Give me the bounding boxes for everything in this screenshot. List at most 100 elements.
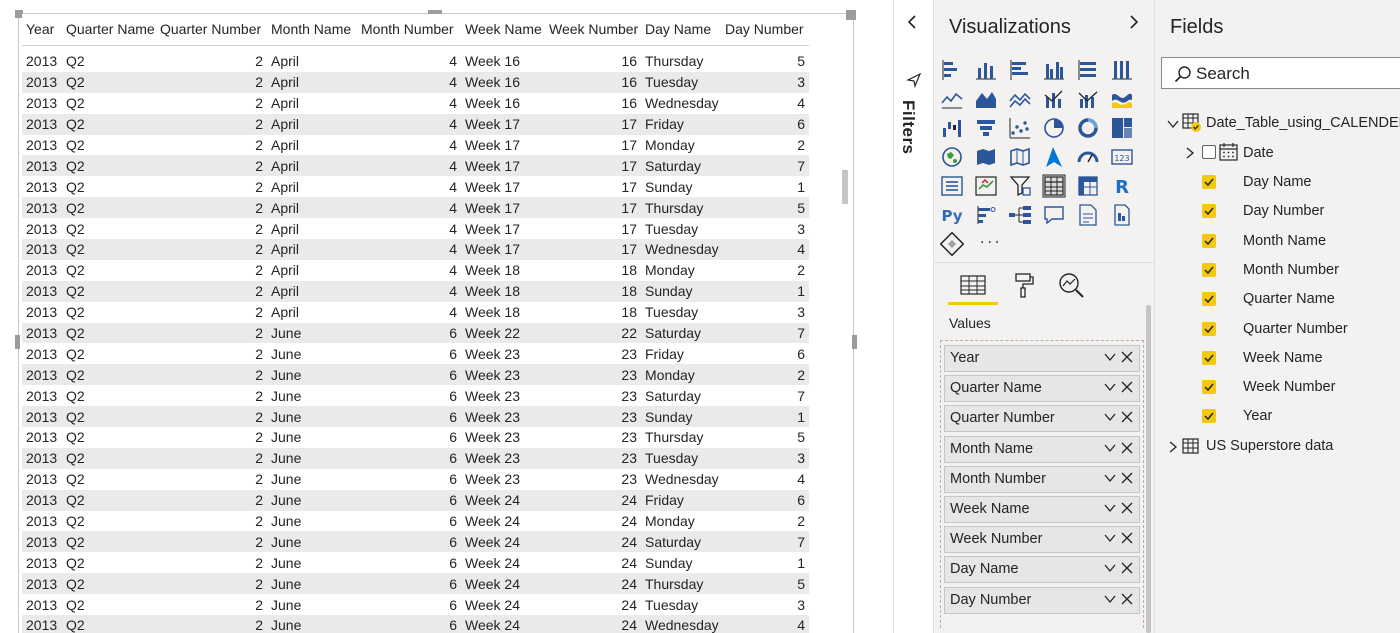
field-item[interactable]: Quarter Number xyxy=(1243,321,1348,337)
more-visuals-icon[interactable]: ... xyxy=(980,230,1002,248)
column-header[interactable]: Quarter Name xyxy=(62,14,156,45)
report-canvas[interactable]: Year Quarter Name Quarter Number Month Name… xyxy=(0,0,893,633)
column-header[interactable]: Day Number xyxy=(721,14,809,45)
close-icon[interactable] xyxy=(1120,501,1134,515)
value-field-well[interactable]: Quarter Name xyxy=(944,375,1140,403)
table-row[interactable]: 2013 Q2 2 June 6 Week 24 24 Sunday 1 xyxy=(22,552,809,574)
close-icon[interactable] xyxy=(1120,441,1134,455)
table-row[interactable]: 2013 Q2 2 June 6 Week 23 23 Saturday 7 xyxy=(22,385,809,407)
field-item[interactable]: Year xyxy=(1243,408,1272,424)
r-script-visual-icon[interactable]: R xyxy=(1110,174,1134,198)
column-header[interactable]: Year xyxy=(22,14,62,45)
chevron-down-icon[interactable] xyxy=(1103,561,1117,575)
card-icon[interactable]: 123 xyxy=(1110,145,1134,169)
table-row[interactable]: 2013 Q2 2 April 4 Week 18 18 Sunday 1 xyxy=(22,280,809,302)
table-row[interactable]: 2013 Q2 2 June 6 Week 23 23 Sunday 1 xyxy=(22,406,809,428)
table-row[interactable]: 2013 Q2 2 June 6 Week 24 24 Monday 2 xyxy=(22,510,809,532)
table-row[interactable]: 2013 Q2 2 June 6 Week 24 24 Wednesday 4 xyxy=(22,615,809,633)
smart-narrative-icon[interactable] xyxy=(1076,203,1100,227)
field-checkbox-checked[interactable] xyxy=(1202,204,1216,219)
funnel-chart-icon[interactable] xyxy=(974,116,998,140)
key-influencers-icon[interactable] xyxy=(974,203,998,227)
power-apps-icon[interactable] xyxy=(939,231,965,257)
values-field-wells[interactable]: Year Quarter Name Quarter Number Month Name… xyxy=(940,340,1144,628)
slicer-icon[interactable] xyxy=(1008,174,1032,198)
table-row[interactable]: 2013 Q2 2 June 6 Week 23 23 Friday 6 xyxy=(22,343,809,365)
field-item[interactable]: Month Name xyxy=(1243,233,1326,249)
chevron-down-icon[interactable] xyxy=(1103,410,1117,424)
area-chart-icon[interactable] xyxy=(974,87,998,111)
value-field-well[interactable]: Month Number xyxy=(944,465,1140,493)
field-item[interactable]: Day Name xyxy=(1243,174,1312,190)
clustered-column-chart-icon[interactable] xyxy=(1042,58,1066,82)
fields-tab-icon[interactable] xyxy=(958,270,988,300)
value-field-well[interactable]: Year xyxy=(944,345,1140,372)
table-row[interactable]: 2013 Q2 2 April 4 Week 18 18 Tuesday 3 xyxy=(22,301,809,323)
table-row[interactable]: 2013 Q2 2 June 6 Week 23 23 Monday 2 xyxy=(22,364,809,386)
field-checkbox-checked[interactable] xyxy=(1202,321,1216,336)
matrix-icon[interactable] xyxy=(1076,174,1100,198)
chevron-down-icon[interactable] xyxy=(1103,441,1117,455)
table-row[interactable]: 2013 Q2 2 April 4 Week 17 17 Thursday 5 xyxy=(22,197,809,219)
value-field-well[interactable]: Day Number xyxy=(944,586,1140,614)
table-row[interactable]: 2013 Q2 2 June 6 Week 24 24 Tuesday 3 xyxy=(22,594,809,616)
chevron-down-icon[interactable] xyxy=(1167,117,1179,129)
python-visual-icon[interactable]: Py xyxy=(940,203,964,227)
table-row[interactable]: 2013 Q2 2 June 6 Week 22 22 Saturday 7 xyxy=(22,322,809,344)
column-header[interactable]: Month Number xyxy=(357,14,461,45)
close-icon[interactable] xyxy=(1120,471,1134,485)
filters-label[interactable]: Filters xyxy=(898,100,918,155)
search-input[interactable] xyxy=(1196,63,1396,85)
table-row[interactable]: 2013 Q2 2 June 6 Week 23 23 Thursday 5 xyxy=(22,427,809,448)
chevron-left-icon[interactable] xyxy=(906,14,918,35)
chevron-down-icon[interactable] xyxy=(1103,380,1117,394)
field-item[interactable]: Month Number xyxy=(1243,262,1339,278)
scatter-chart-icon[interactable] xyxy=(1008,116,1032,140)
table-scrollbar-thumb[interactable] xyxy=(842,170,848,204)
close-icon[interactable] xyxy=(1120,592,1134,606)
resize-handle-left-middle[interactable] xyxy=(15,335,20,349)
table-row[interactable]: 2013 Q2 2 June 6 Week 23 23 Tuesday 3 xyxy=(22,447,809,469)
waterfall-chart-icon[interactable] xyxy=(940,116,964,140)
azure-map-icon[interactable] xyxy=(1042,145,1066,169)
field-checkbox-checked[interactable] xyxy=(1202,380,1216,395)
table-row[interactable]: 2013 Q2 2 April 4 Week 16 16 Tuesday 3 xyxy=(22,71,809,93)
table-row[interactable]: 2013 Q2 2 June 6 Week 24 24 Friday 6 xyxy=(22,489,809,511)
100-stacked-bar-chart-icon[interactable] xyxy=(1076,58,1100,82)
table-row[interactable]: 2013 Q2 2 April 4 Week 17 17 Tuesday 3 xyxy=(22,218,809,240)
visualizations-scrollbar[interactable] xyxy=(1146,305,1151,633)
column-header[interactable]: Month Name xyxy=(267,14,357,45)
stacked-area-chart-icon[interactable] xyxy=(1008,87,1032,111)
100-stacked-column-chart-icon[interactable] xyxy=(1110,58,1134,82)
date-field-label[interactable]: Date xyxy=(1243,145,1274,161)
table-row[interactable]: 2013 Q2 2 June 6 Week 23 23 Wednesday 4 xyxy=(22,468,809,490)
field-checkbox-checked[interactable] xyxy=(1202,175,1216,189)
donut-chart-icon[interactable] xyxy=(1076,116,1100,140)
chevron-right-icon[interactable] xyxy=(1128,14,1140,35)
field-checkbox-checked[interactable] xyxy=(1202,262,1216,277)
close-icon[interactable] xyxy=(1120,531,1134,545)
column-header[interactable]: Week Number xyxy=(545,14,641,45)
ribbon-chart-icon[interactable] xyxy=(1110,87,1134,111)
table-row[interactable]: 2013 Q2 2 June 6 Week 24 24 Saturday 7 xyxy=(22,531,809,553)
treemap-icon[interactable] xyxy=(1110,116,1134,140)
chevron-down-icon[interactable] xyxy=(1103,592,1117,606)
column-header[interactable]: Week Name xyxy=(461,14,545,45)
close-icon[interactable] xyxy=(1120,410,1134,424)
pie-chart-icon[interactable] xyxy=(1042,116,1066,140)
table-row[interactable]: 2013 Q2 2 April 4 Week 17 17 Wednesday 4 xyxy=(22,239,809,260)
value-field-well[interactable]: Day Name xyxy=(944,556,1140,584)
chevron-right-icon[interactable] xyxy=(1184,146,1196,159)
filters-pane-collapsed[interactable]: Filters xyxy=(893,0,934,633)
resize-handle-top-right[interactable] xyxy=(846,10,856,20)
chevron-right-icon[interactable] xyxy=(1167,440,1179,453)
fields-search-box[interactable] xyxy=(1161,57,1400,89)
field-item[interactable]: Week Number xyxy=(1243,379,1335,395)
line-and-clustered-column-chart-icon[interactable] xyxy=(1076,87,1100,111)
field-item[interactable]: Quarter Name xyxy=(1243,291,1335,307)
shape-map-icon[interactable] xyxy=(1008,145,1032,169)
decomposition-tree-icon[interactable] xyxy=(1008,203,1032,227)
table-row[interactable]: 2013 Q2 2 June 6 Week 24 24 Thursday 5 xyxy=(22,573,809,595)
kpi-icon[interactable] xyxy=(974,174,998,198)
close-icon[interactable] xyxy=(1120,380,1134,394)
